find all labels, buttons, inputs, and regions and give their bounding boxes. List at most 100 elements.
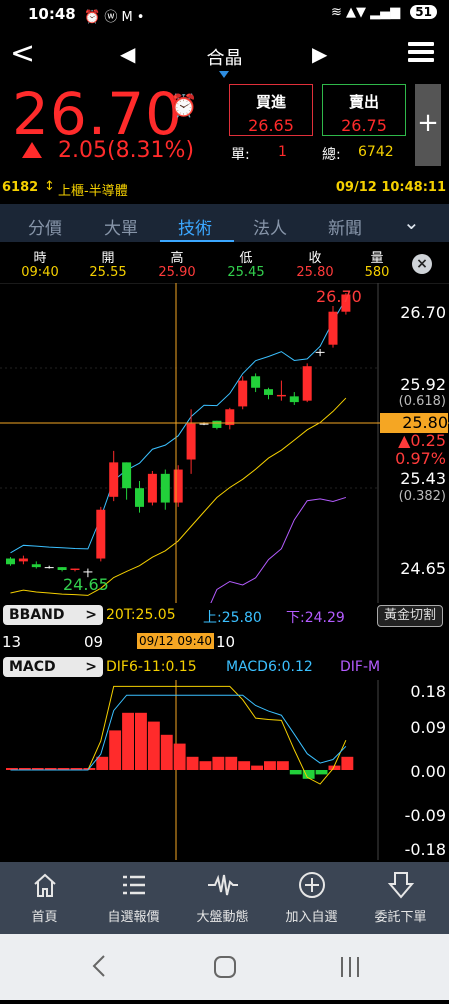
macd-signal: MACD6:0.12	[226, 659, 313, 675]
nav-watchlist[interactable]: 自選報價	[89, 862, 178, 934]
close-icon[interactable]: ×	[412, 254, 432, 274]
macd-hist-bar	[135, 712, 147, 770]
ohlc-label-close: 收	[308, 251, 322, 266]
single-label: 單:	[231, 147, 250, 163]
candle-body	[83, 571, 93, 573]
status-right: ≋ ▲▼ ▂▄▆ 51	[331, 5, 437, 20]
buy-label: 買進	[255, 93, 286, 111]
nav-watchlist-label: 自選報價	[107, 910, 160, 925]
stock-title[interactable]: 合晶	[0, 44, 449, 70]
macd-hist-bar	[96, 756, 109, 770]
candle-body	[199, 423, 209, 425]
tab-institutional[interactable]: 法人	[253, 214, 287, 239]
tab-price-volume[interactable]: 分價	[28, 214, 62, 239]
y-label-618-ratio: (0.618)	[398, 394, 446, 409]
golden-ratio-button[interactable]: 黃金切割	[377, 605, 444, 627]
candle-body	[238, 380, 248, 407]
candle-body	[251, 376, 261, 388]
sell-button[interactable]: 賣出 26.75	[322, 84, 406, 136]
bottom-navigation: 首頁 自選報價 大盤動態 加入自選 委託下單	[0, 862, 449, 934]
change-value: 2.05	[58, 138, 107, 163]
tab-news[interactable]: 新聞	[328, 214, 362, 239]
buy-button[interactable]: 買進 26.65	[229, 84, 313, 136]
alarm-clock-icon[interactable]: ⏰	[170, 94, 197, 119]
price-cursor-label: 25.80	[380, 413, 448, 433]
single-value: 1	[278, 144, 287, 160]
candle-body	[302, 366, 312, 401]
bband-upper-line	[10, 298, 347, 554]
candle-body	[57, 567, 67, 570]
nav-market[interactable]: 大盤動態	[178, 862, 267, 934]
market-sector: 上櫃-半導體	[58, 184, 128, 199]
candle-body	[44, 567, 54, 569]
nav-home-label: 首頁	[31, 910, 58, 925]
macd-label: MACD	[9, 659, 56, 675]
info-bar: 6182 ↕ 上櫃-半導體 09/12 10:48:11	[0, 176, 449, 202]
macd-hist-bar	[315, 770, 328, 775]
active-tab-indicator	[160, 240, 234, 242]
quote-panel: 26.70 ⏰ 2.05(8.31%) 買進 26.65 賣出 26.75 + …	[0, 80, 449, 176]
chevron-down-icon[interactable]: ⌄	[403, 210, 420, 234]
macd-y-5: -0.18	[404, 840, 446, 859]
y-label-382-ratio: (0.382)	[398, 489, 446, 504]
nav-order-label: 委託下單	[374, 910, 427, 925]
ohlc-label-open: 開	[101, 251, 115, 266]
time-axis: 13 09 09/12 09:40 10	[0, 630, 449, 654]
candle-body	[96, 509, 106, 559]
nav-add-watch[interactable]: 加入自選	[267, 862, 356, 934]
chart-low-label: 24.65	[63, 575, 109, 594]
macd-difm: DIF-M	[340, 659, 381, 675]
macd-hist-bar	[264, 761, 276, 770]
up-arrow-icon	[22, 142, 42, 158]
nav-add-watch-label: 加入自選	[285, 910, 338, 925]
macd-hist-bar	[341, 756, 354, 770]
status-notification-icons: ⏰ ⓦ M •	[84, 10, 145, 25]
chevron-right-icon: >	[85, 659, 97, 675]
y-label-382: 25.43	[400, 469, 446, 488]
macd-selector[interactable]: MACD >	[3, 657, 103, 677]
nav-order[interactable]: 委託下單	[356, 862, 445, 934]
macd-hist-bar	[225, 756, 238, 770]
bband-down: 下:24.29	[286, 610, 345, 626]
tab-technical[interactable]: 技術	[178, 214, 212, 239]
candlestick-chart[interactable]: 26.70 24.65 26.70 25.92 (0.618) 25.80 ▲0…	[0, 282, 449, 619]
menu-icon[interactable]	[408, 38, 434, 66]
app-header: < ◀ 合晶 ▶	[0, 30, 449, 80]
stock-code: 6182	[2, 180, 39, 195]
macd-hist-bar	[173, 743, 186, 770]
candle-body	[264, 389, 273, 395]
ohlc-label-high: 高	[170, 251, 184, 266]
sell-price: 26.75	[341, 116, 387, 135]
candle-body	[289, 396, 299, 403]
status-time: 10:48	[28, 5, 76, 23]
price-cursor-value: 25.80	[402, 413, 448, 432]
bband-up: 上:25.80	[203, 610, 262, 626]
nav-home[interactable]: 首頁	[0, 862, 89, 934]
next-stock-icon[interactable]: ▶	[312, 42, 327, 66]
add-order-button[interactable]: +	[415, 84, 441, 166]
candle-body	[328, 311, 338, 345]
candle-body	[31, 564, 41, 568]
macd-hist-bar	[109, 730, 122, 770]
macd-hist-bar	[212, 756, 225, 770]
total-value: 6742	[358, 144, 394, 160]
battery-icon: 51	[410, 5, 437, 19]
macd-svg	[6, 680, 379, 860]
macd-y-4: -0.09	[404, 806, 446, 825]
ohlc-header: 時 開 高 低 收 量 09:40 25.55 25.90 25.45 25.8…	[0, 245, 449, 283]
macd-dif: DIF6-11:0.15	[106, 659, 197, 675]
ohlc-volume: 580	[364, 265, 390, 280]
ohlc-label-volume: 量	[370, 251, 384, 266]
macd-hist-bar	[199, 761, 212, 770]
bband-selector[interactable]: BBAND >	[3, 605, 103, 625]
ohlc-time: 09:40	[21, 265, 59, 280]
macd-y-2: 0.09	[410, 718, 446, 737]
x-tick-3: 10	[216, 633, 236, 651]
nav-market-label: 大盤動態	[196, 910, 249, 925]
bband-label: BBAND	[9, 607, 65, 623]
buy-price: 26.65	[248, 116, 294, 135]
ohlc-label-low: 低	[239, 251, 253, 266]
macd-chart[interactable]: 0.18 0.09 0.00 -0.09 -0.18	[0, 680, 449, 860]
tab-big-orders[interactable]: 大單	[104, 214, 138, 239]
candle-body	[122, 462, 132, 489]
